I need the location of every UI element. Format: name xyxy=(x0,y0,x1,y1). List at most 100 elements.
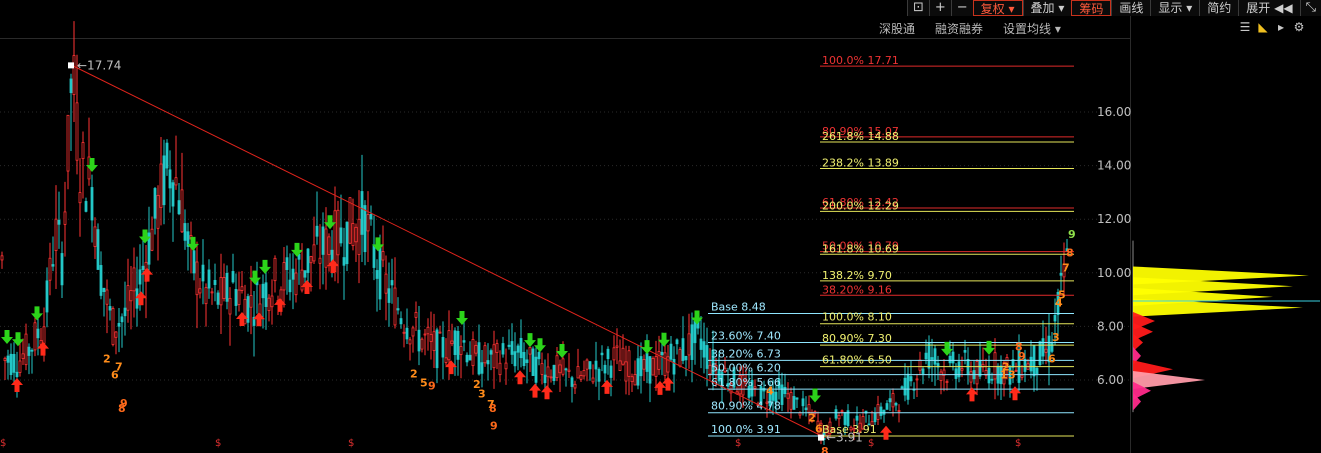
candle-body xyxy=(288,279,292,293)
candle-body xyxy=(1044,348,1048,353)
candle-body xyxy=(693,320,697,344)
candle-body xyxy=(294,272,298,296)
candle-body xyxy=(795,397,799,400)
candle-body xyxy=(552,364,556,382)
candle-body xyxy=(123,307,127,317)
candlestick-chart[interactable]: 100.0% 17.7180.90% 15.07261.8% 14.88238.… xyxy=(0,0,1321,453)
candle-body xyxy=(291,268,295,280)
candle-body xyxy=(396,308,400,311)
candle-body xyxy=(489,350,493,355)
candle-body xyxy=(267,297,271,311)
candle-body xyxy=(207,269,211,289)
candle-body xyxy=(354,226,358,243)
candle-body xyxy=(618,360,622,371)
candle-body xyxy=(888,398,892,403)
candle-body xyxy=(564,368,568,371)
fib-label: Base 8.48 xyxy=(711,301,766,314)
candle-body xyxy=(918,359,922,371)
candle-body xyxy=(687,333,691,356)
candle-body xyxy=(804,407,808,411)
candle-body xyxy=(213,279,217,285)
candle-body xyxy=(597,369,601,382)
low-marker-box xyxy=(818,434,824,441)
candle-body xyxy=(516,345,520,353)
sequence-number: 8 xyxy=(1066,247,1074,260)
candle-body xyxy=(66,114,70,172)
candle-body xyxy=(159,163,163,208)
candle-body xyxy=(975,360,979,385)
sequence-number: 6 xyxy=(111,369,119,382)
sell-signal-icon xyxy=(941,341,953,356)
candle-body xyxy=(153,188,157,219)
candle-body xyxy=(60,253,64,286)
sequence-number: 6 xyxy=(1048,353,1056,366)
candle-body xyxy=(600,352,604,356)
sequence-number: 8 xyxy=(489,402,497,415)
y-tick-label: 8.00 xyxy=(1097,319,1124,333)
candle-body xyxy=(165,142,169,169)
candle-body xyxy=(237,289,241,305)
candle-body xyxy=(636,358,640,386)
candle-body xyxy=(510,341,514,355)
candle-body xyxy=(285,257,289,270)
sequence-number: 5 xyxy=(420,377,428,390)
candle-body xyxy=(96,229,100,270)
candle-body xyxy=(6,355,10,363)
buy-signal-icon-shape xyxy=(37,341,49,356)
candle-body xyxy=(567,369,571,372)
candle-body xyxy=(573,383,577,389)
candle-body xyxy=(909,376,913,382)
candle-body xyxy=(84,201,88,212)
fib-label: 100.0% 8.10 xyxy=(822,311,892,324)
candle-body xyxy=(129,290,133,302)
candle-body xyxy=(900,386,904,389)
low-price-label: ←3.91 xyxy=(826,431,863,445)
sequence-number: 9 xyxy=(1018,350,1026,363)
fib-label: 61.80% 6.50 xyxy=(822,354,892,367)
candle-body xyxy=(783,386,787,395)
candle-body xyxy=(234,289,238,306)
sell-signal-icon xyxy=(456,310,468,325)
candle-body xyxy=(507,344,511,347)
candle-body xyxy=(351,223,355,246)
candles-layer xyxy=(0,21,1069,446)
candle-body xyxy=(444,357,448,363)
sell-signal-icon xyxy=(259,259,271,274)
candle-body xyxy=(384,273,388,294)
candle-body xyxy=(390,280,394,286)
candle-body xyxy=(174,177,178,186)
candle-body xyxy=(408,339,412,345)
candle-body xyxy=(447,330,451,361)
sequence-number: 1 xyxy=(1000,369,1008,382)
s-mark: $ xyxy=(0,438,6,449)
candle-body xyxy=(321,226,325,255)
candle-body xyxy=(231,271,235,283)
sell-signal-icon xyxy=(31,306,43,321)
candle-body xyxy=(141,265,145,270)
candle-body xyxy=(195,261,199,296)
candle-body xyxy=(180,189,184,233)
candle-body xyxy=(462,340,466,343)
candle-body xyxy=(387,288,391,303)
candle-body xyxy=(633,374,637,386)
candle-body xyxy=(132,267,136,292)
sequence-number: 8 xyxy=(821,445,829,453)
candle-body xyxy=(495,343,499,353)
candle-body xyxy=(540,363,544,375)
candle-body xyxy=(342,257,346,266)
candle-body xyxy=(630,376,634,383)
buy-signal-icon xyxy=(529,383,541,398)
candle-body xyxy=(222,277,226,299)
y-axis: 16.00 14.00 12.00 10.00 8.00 6.00 xyxy=(1097,105,1131,387)
candle-body xyxy=(381,251,385,261)
candle-body xyxy=(273,257,277,282)
fib-label: 80.90% 7.30 xyxy=(822,332,892,345)
profile-bar xyxy=(1133,371,1205,389)
candle-body xyxy=(945,381,949,383)
candle-body xyxy=(375,270,379,279)
candle-body xyxy=(402,331,406,334)
candle-body xyxy=(492,344,496,369)
candle-body xyxy=(570,377,574,387)
volume-profile xyxy=(1132,240,1320,413)
candle-body xyxy=(177,200,181,215)
